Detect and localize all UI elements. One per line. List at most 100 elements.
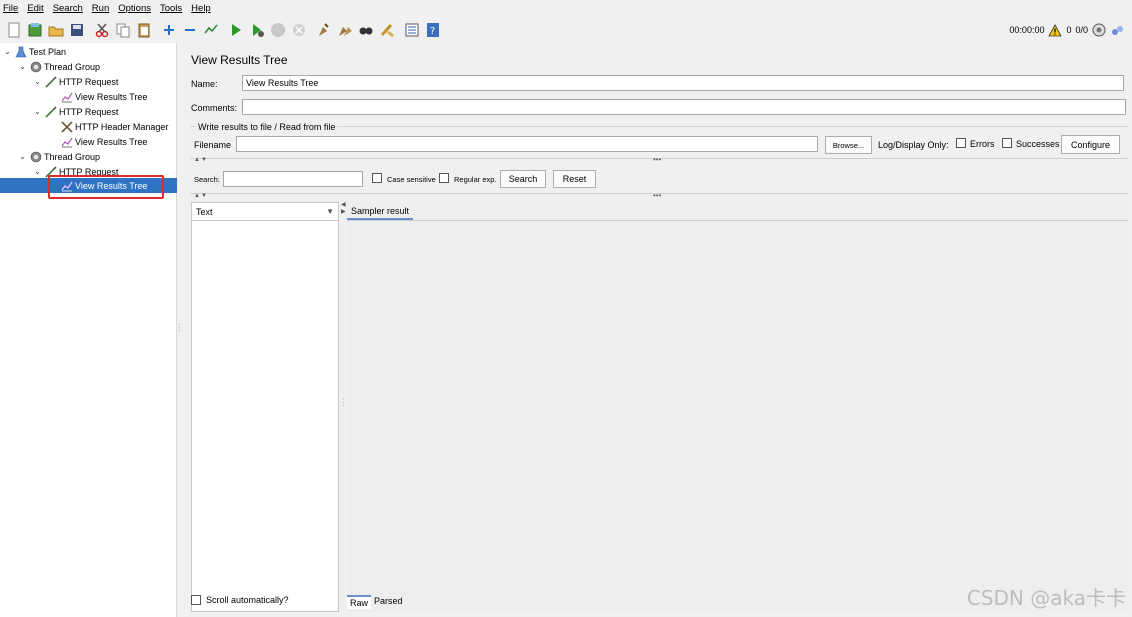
copy-icon[interactable] [114,22,131,39]
tree-item-label: Thread Group [44,151,101,162]
pipette-icon [44,105,57,118]
chevron-down-icon[interactable]: ⌄ [33,77,42,86]
regular-exp-checkbox[interactable] [439,173,449,183]
menu-tools[interactable]: Tools [160,3,182,14]
shutdown-icon[interactable] [290,22,307,39]
chevron-down-icon[interactable]: ⌄ [18,152,27,161]
new-icon[interactable] [5,22,22,39]
tab-sampler-result[interactable]: Sampler result [347,204,414,220]
errors-label: Errors [970,139,995,149]
tree-item-label: View Results Tree [75,136,148,147]
status-area: 00:00:00 0 0/0 [1005,17,1124,43]
browse-button[interactable]: Browse... [825,136,872,154]
regular-exp-label: Regular exp. [454,175,497,184]
tree-item-thread-group[interactable]: ⌄ Thread Group [0,59,177,74]
gear-icon [29,60,42,73]
name-label: Name: [191,79,218,89]
stop-icon[interactable] [269,22,286,39]
tree-item-label: HTTP Header Manager [75,121,169,132]
chevron-down-icon: ▼ [326,207,334,216]
results-splitter[interactable]: ◀ ▶ · · · [340,202,347,612]
search-input[interactable] [223,171,363,187]
splitter-grip-icon[interactable]: ••• [653,155,661,164]
save-icon[interactable] [68,22,85,39]
chevron-down-icon[interactable]: ⌄ [18,62,27,71]
tab-parsed[interactable]: Parsed [371,595,406,609]
tree-item-view-results-tree[interactable]: View Results Tree [0,89,177,104]
remote-engine-icon[interactable] [1092,23,1106,37]
tree-item-thread-group[interactable]: ⌄ Thread Group [0,149,177,164]
tree-item-label: HTTP Request [59,106,119,117]
collapse-icon[interactable] [181,22,198,39]
paste-icon[interactable] [135,22,152,39]
templates-icon[interactable] [26,22,43,39]
thread-count: 0/0 [1075,25,1088,35]
tree-item-label: View Results Tree [75,91,148,102]
scroll-automatically[interactable]: Scroll automatically? [191,595,289,605]
help-icon[interactable]: ? [424,22,441,39]
function-helper-icon[interactable] [403,22,420,39]
filename-field[interactable] [236,136,818,152]
chevron-down-icon[interactable]: ⌄ [33,167,42,176]
warning-icon[interactable] [1048,23,1063,37]
chevron-down-icon[interactable]: ⌄ [3,47,12,56]
start-no-pause-icon[interactable] [248,22,265,39]
test-plan-tree: ⌄ Test Plan ⌄ Thread Group ⌄ HTTP Reques… [0,43,177,617]
watermark: CSDN @aka卡卡 [966,586,1126,610]
splitter-arrows-icon[interactable]: ▲▼ [194,193,208,199]
expand-icon[interactable] [160,22,177,39]
highlight-annotation [48,175,164,199]
toolbar: ? [0,17,1132,43]
case-sensitive-label: Case sensitive [387,175,436,184]
configure-button[interactable]: Configure [1061,135,1120,154]
comments-field[interactable] [242,99,1126,115]
reset-button[interactable]: Reset [553,170,596,188]
splitter-arrows-icon[interactable]: ▲▼ [194,157,208,163]
menu-search[interactable]: Search [53,3,83,14]
page-title: View Results Tree [191,53,288,67]
renderer-select-value: Text [196,206,213,217]
write-results-group-title: Write results to file / Read from file [196,122,338,132]
tree-item-http-request[interactable]: ⌄ HTTP Request [0,104,177,119]
menu-options[interactable]: Options [118,3,151,14]
splitter-grip-icon[interactable]: ••• [653,191,661,200]
view-mode-tabs: Raw Parsed [347,595,406,609]
menu-run[interactable]: Run [92,3,109,14]
wrench-icon [60,120,73,133]
tab-raw[interactable]: Raw [347,595,372,609]
menu-bar: File Edit Search Run Options Tools Help [0,0,1132,17]
reset-search-icon[interactable] [378,22,395,39]
chart-icon [60,135,73,148]
scroll-automatically-label: Scroll automatically? [206,595,289,605]
menu-edit[interactable]: Edit [27,3,43,14]
pipette-icon [44,75,57,88]
chevron-down-icon[interactable]: ⌄ [33,107,42,116]
case-sensitive-checkbox[interactable] [372,173,382,183]
filename-label: Filename [194,140,232,150]
tree-item-http-header-manager[interactable]: HTTP Header Manager [0,119,177,134]
toggle-icon[interactable] [202,22,219,39]
clear-icon[interactable] [315,22,332,39]
tree-item-http-request[interactable]: ⌄ HTTP Request [0,74,177,89]
menu-file[interactable]: File [3,3,18,14]
gear-icon [29,150,42,163]
tree-item-view-results-tree[interactable]: View Results Tree [0,134,177,149]
cut-icon[interactable] [93,22,110,39]
svg-text:?: ? [430,26,435,37]
menu-help[interactable]: Help [191,3,211,14]
search-icon[interactable] [357,22,374,39]
tree-item-test-plan[interactable]: ⌄ Test Plan [0,44,177,59]
clear-all-icon[interactable] [336,22,353,39]
view-results-tree-panel: View Results Tree Name: View Results Tre… [183,43,1132,617]
successes-checkbox[interactable] [1002,138,1012,148]
search-button[interactable]: Search [500,170,546,188]
tree-item-label: HTTP Request [59,76,119,87]
renderer-select[interactable]: Text ▼ [192,203,338,221]
start-icon[interactable] [227,22,244,39]
open-icon[interactable] [47,22,64,39]
name-field[interactable]: View Results Tree [242,75,1124,91]
errors-checkbox[interactable] [956,138,966,148]
elapsed-time: 00:00:00 [1009,25,1045,35]
scroll-automatically-checkbox[interactable] [191,595,201,605]
log-viewer-icon[interactable] [1110,23,1124,37]
